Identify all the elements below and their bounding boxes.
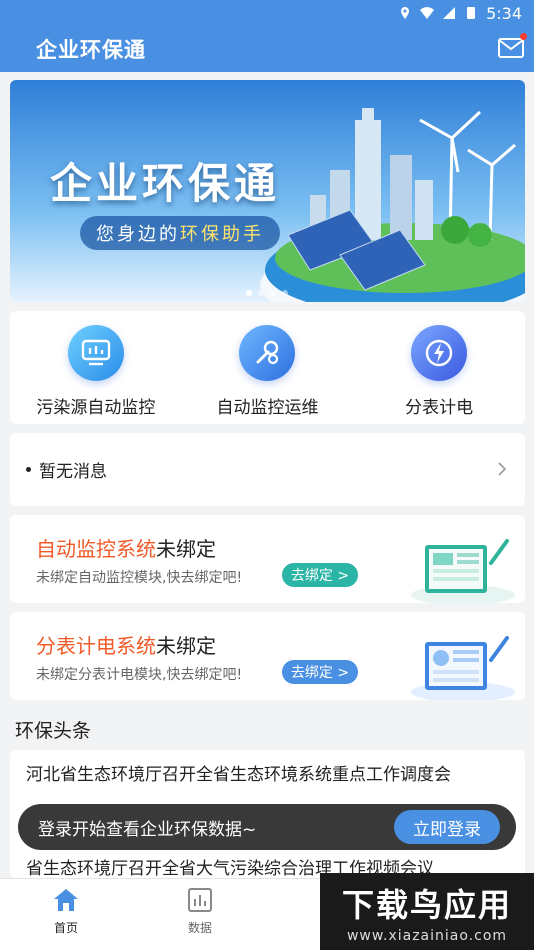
monitor-chart-icon [67, 325, 124, 381]
card-title-highlight: 自动监控系统 [36, 537, 156, 561]
app-bar: 企业环保通 [0, 26, 534, 72]
quick-action-label: 自动监控运维 [216, 398, 319, 418]
banner-title: 企业环保通 [50, 159, 281, 208]
wrench-gear-icon [239, 325, 296, 381]
news-item[interactable]: 河北省生态环境厅召开全省生态环境系统重点工作调度会 [26, 760, 451, 785]
quick-action-maintenance[interactable]: 自动监控运维 [182, 311, 352, 424]
tab-label: 首页 [53, 921, 78, 935]
monitor-illustration-icon [411, 539, 515, 603]
card-title: 分表计电系统未绑定 [36, 630, 216, 659]
promo-banner[interactable]: 企业环保通 您身边的环保助手 [10, 80, 525, 302]
login-toast: 登录开始查看企业环保数据~ 立即登录 [18, 804, 516, 850]
banner-subtitle-text: 您身边的 [96, 224, 180, 245]
news-section-title: 环保头条 [15, 720, 92, 742]
battery-icon [467, 7, 476, 19]
auto-monitor-bind-card[interactable]: 自动监控系统未绑定 未绑定自动监控模块,快去绑定吧! 去绑定 > [10, 515, 525, 603]
bar-chart-icon [188, 888, 212, 912]
carousel-dot[interactable] [282, 290, 288, 296]
status-time: 5:34 [486, 3, 522, 23]
banner-subtitle-highlight: 环保助手 [180, 224, 264, 245]
watermark: 下载鸟应用 www.xiazainiao.com [320, 873, 534, 950]
carousel-dot[interactable] [246, 290, 252, 296]
tab-label: 数据 [187, 921, 212, 935]
meter-illustration-icon [411, 636, 515, 700]
page-title: 企业环保通 [36, 38, 146, 62]
login-button[interactable]: 立即登录 [394, 810, 500, 844]
bullet-icon [26, 467, 31, 472]
chevron-right-icon [498, 462, 507, 476]
quick-action-label: 分表计电 [405, 398, 474, 418]
card-title: 自动监控系统未绑定 [36, 533, 216, 562]
carousel-dot[interactable] [258, 290, 264, 296]
banner-subtitle: 您身边的环保助手 [80, 216, 280, 250]
card-subtitle: 未绑定自动监控模块,快去绑定吧! [36, 570, 243, 586]
notice-text: 暂无消息 [39, 462, 107, 482]
location-icon [401, 7, 410, 19]
bind-button[interactable]: 去绑定 > [282, 660, 358, 684]
card-title-highlight: 分表计电系统 [36, 634, 156, 658]
watermark-line2: www.xiazainiao.com [346, 927, 508, 944]
status-bar: 5:34 [0, 0, 534, 26]
sub-metering-bind-card[interactable]: 分表计电系统未绑定 未绑定分表计电模块,快去绑定吧! 去绑定 > [10, 612, 525, 700]
card-subtitle: 未绑定分表计电模块,快去绑定吧! [36, 667, 243, 683]
quick-action-sub-metering[interactable]: 分表计电 [354, 311, 524, 424]
card-title-rest: 未绑定 [156, 537, 216, 561]
quick-action-label: 污染源自动监控 [36, 398, 156, 418]
signal-icon [443, 7, 456, 19]
card-title-rest: 未绑定 [156, 634, 216, 658]
carousel-indicator [246, 290, 288, 296]
mail-button[interactable] [498, 33, 527, 58]
carousel-dot[interactable] [270, 290, 276, 296]
wifi-icon [420, 7, 435, 19]
bind-button[interactable]: 去绑定 > [282, 563, 358, 587]
quick-action-pollution-monitor[interactable]: 污染源自动监控 [11, 311, 181, 424]
unread-badge [520, 33, 527, 40]
quick-actions: 污染源自动监控 自动监控运维 分表计电 [10, 311, 525, 424]
tab-home[interactable]: 首页 [31, 887, 101, 936]
notice-bar[interactable]: 暂无消息 [10, 433, 525, 506]
toast-text: 登录开始查看企业环保数据~ [38, 819, 257, 840]
tab-data[interactable]: 数据 [165, 887, 235, 936]
watermark-line1: 下载鸟应用 [341, 885, 512, 924]
mail-icon [498, 38, 524, 58]
lightning-icon [411, 325, 468, 381]
home-icon [54, 889, 78, 911]
